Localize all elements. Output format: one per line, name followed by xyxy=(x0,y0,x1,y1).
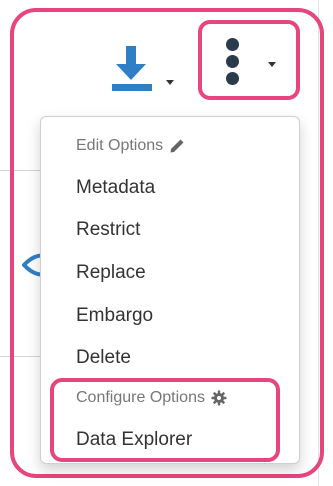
menu-item-restrict[interactable]: Restrict xyxy=(76,219,140,241)
vertical-ellipsis-icon xyxy=(226,38,240,86)
options-button[interactable] xyxy=(198,20,300,100)
menu-header-edit: Edit Options xyxy=(76,137,185,155)
pencil-icon xyxy=(170,139,184,153)
menu-item-replace[interactable]: Replace xyxy=(76,262,146,284)
gear-icon xyxy=(211,390,227,406)
chevron-down-icon xyxy=(268,62,276,67)
menu-header-label: Edit Options xyxy=(76,137,164,154)
options-dropdown-menu: Edit Options Metadata Restrict Replace E… xyxy=(40,116,300,464)
menu-item-delete[interactable]: Delete xyxy=(76,347,131,369)
menu-header-label: Configure Options xyxy=(76,389,205,406)
chevron-down-icon xyxy=(166,80,174,85)
menu-header-configure: Configure Options xyxy=(76,389,227,407)
menu-item-data-explorer[interactable]: Data Explorer xyxy=(76,429,192,451)
download-button[interactable] xyxy=(110,36,180,96)
menu-item-metadata[interactable]: Metadata xyxy=(76,177,155,199)
menu-item-embargo[interactable]: Embargo xyxy=(76,305,153,327)
download-icon xyxy=(112,46,152,91)
